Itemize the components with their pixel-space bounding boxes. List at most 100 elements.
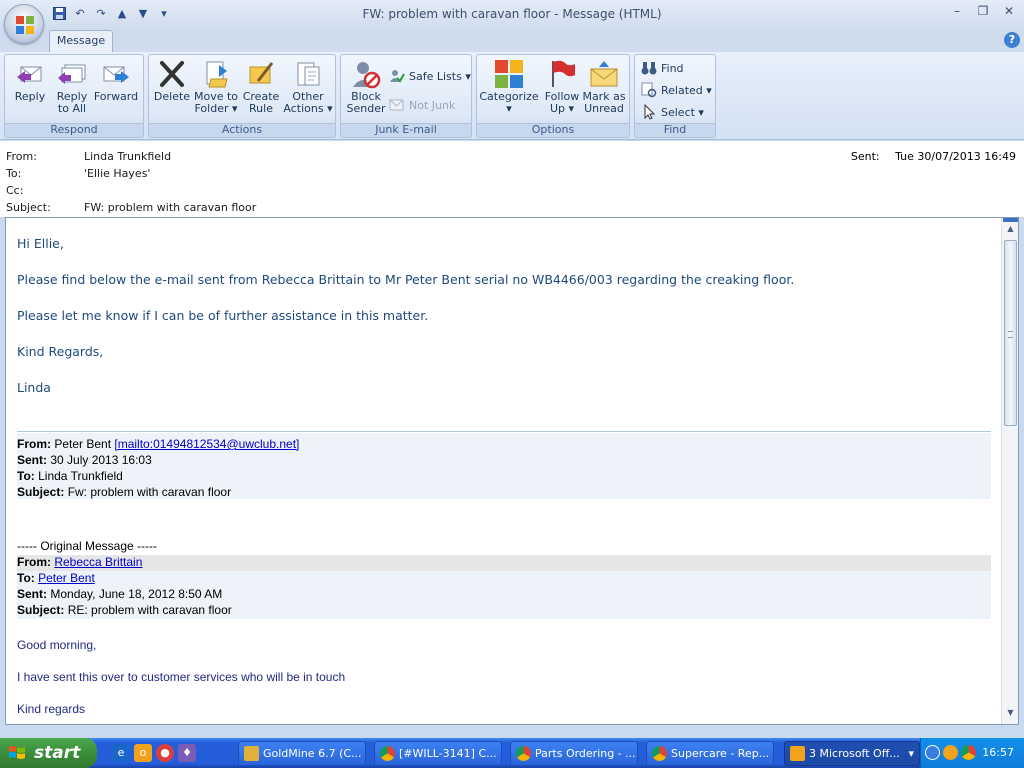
chrome-icon[interactable]: ● — [156, 744, 174, 762]
ribbon: Reply Reply to All Forward Respond Delet… — [0, 52, 1024, 140]
select-button[interactable]: Select ▾ — [641, 103, 704, 121]
minimize-icon[interactable]: – — [948, 4, 966, 20]
scroll-thumb[interactable] — [1004, 240, 1017, 426]
move-to-folder-button[interactable]: Move to Folder ▾ — [193, 59, 239, 121]
orig-greeting: Good morning, — [17, 638, 97, 652]
header-to[interactable]: 'Ellie Hayes' — [84, 167, 150, 180]
safe-lists-button[interactable]: Safe Lists ▾ — [389, 67, 471, 85]
create-rule-button[interactable]: Create Rule — [238, 59, 284, 121]
fw-mailto-link[interactable]: [mailto:01494812534@uwclub.net] — [114, 437, 299, 451]
taskbar: start e o ● ♦ GoldMine 6.7 (C... [#WILL-… — [0, 738, 1024, 768]
not-junk-button[interactable]: Not Junk — [389, 96, 455, 114]
title-bar: ↶ ↷ ▲ ▼ ▾ FW: problem with caravan floor… — [0, 0, 1024, 30]
original-message-divider: ----- Original Message ----- — [17, 539, 158, 553]
task-goldmine[interactable]: GoldMine 6.7 (C... — [238, 741, 366, 766]
other-actions-icon — [293, 59, 323, 89]
orig-from-link[interactable]: Rebecca Brittain — [54, 555, 142, 569]
tab-message[interactable]: Message — [49, 30, 113, 52]
group-label-options: Options — [477, 123, 629, 136]
group-options: Categorize ▾ Follow Up ▾ Mark as Unread … — [476, 54, 630, 138]
group-label-junk: Junk E-mail — [341, 123, 471, 136]
group-find: Find Related ▾ Select ▾ Find — [634, 54, 716, 138]
goldmine-icon — [244, 746, 259, 761]
ie-icon[interactable]: e — [112, 744, 130, 762]
message-body[interactable]: Hi Ellie, Please find below the e-mail s… — [5, 217, 1019, 725]
orig-to-row: To: Peter Bent — [17, 571, 95, 585]
close-icon[interactable]: ✕ — [1000, 4, 1018, 20]
related-button[interactable]: Related ▾ — [641, 81, 712, 99]
forward-separator — [17, 431, 991, 432]
reply-all-icon — [57, 59, 87, 89]
task-parts-ordering[interactable]: Parts Ordering - ... — [510, 741, 638, 766]
ribbon-tab-row: Message ? — [0, 30, 1024, 52]
block-sender-icon — [351, 59, 381, 89]
body-line-1: Please find below the e-mail sent from R… — [17, 272, 795, 287]
group-label-respond: Respond — [5, 123, 143, 136]
vertical-scrollbar[interactable]: ▲ ▼ — [1001, 218, 1018, 724]
binoculars-icon — [641, 60, 657, 76]
help-icon[interactable]: ? — [1004, 32, 1020, 48]
not-junk-icon — [389, 97, 405, 113]
app-icon[interactable]: ♦ — [178, 744, 196, 762]
forward-button[interactable]: Forward — [93, 59, 139, 121]
tray-chrome-icon[interactable] — [961, 745, 976, 760]
window-title: FW: problem with caravan floor - Message… — [362, 7, 662, 21]
orig-sent-row: Sent: Monday, June 18, 2012 8:50 AM — [17, 587, 223, 601]
original-from-highlight — [17, 555, 991, 571]
outlook-icon[interactable]: o — [134, 744, 152, 762]
system-tray: 16:57 — [920, 738, 1024, 768]
reply-all-button[interactable]: Reply to All — [49, 59, 95, 121]
flag-icon — [547, 59, 577, 89]
fw-to-row: To: Linda Trunkfield — [17, 469, 123, 483]
orig-line-1: I have sent this over to customer servic… — [17, 670, 346, 684]
related-icon — [641, 82, 657, 98]
body-greeting: Hi Ellie, — [17, 236, 64, 251]
orig-to-link[interactable]: Peter Bent — [38, 571, 95, 585]
forward-icon — [101, 59, 131, 89]
safe-lists-icon — [389, 68, 405, 84]
quick-launch: e o ● ♦ — [112, 744, 196, 762]
fw-subject-row: Subject: Fw: problem with caravan floor — [17, 485, 232, 499]
orig-from-row: From: Rebecca Brittain — [17, 555, 143, 569]
reply-button[interactable]: Reply — [7, 59, 53, 121]
task-supercare[interactable]: Supercare - Rep... — [646, 741, 774, 766]
reply-icon — [15, 59, 45, 89]
categorize-icon — [494, 59, 524, 89]
body-signature: Linda — [17, 380, 51, 395]
header-from[interactable]: Linda Trunkfield — [84, 150, 171, 163]
scroll-down-icon[interactable]: ▼ — [1004, 708, 1017, 722]
categorize-button[interactable]: Categorize ▾ — [479, 59, 539, 121]
windows-flag-icon — [9, 746, 25, 759]
office-logo-icon — [16, 16, 34, 34]
create-rule-icon — [246, 59, 276, 89]
office-button[interactable] — [4, 4, 44, 44]
move-folder-icon — [201, 59, 231, 89]
delete-icon — [157, 59, 187, 89]
header-subject: FW: problem with caravan floor — [84, 201, 257, 214]
tray-arrow-icon[interactable] — [925, 745, 940, 760]
group-dropdown-icon: ▾ — [908, 747, 914, 760]
restore-icon[interactable]: ❐ — [974, 4, 992, 20]
group-junk-email: Block Sender Safe Lists ▾ Not Junk Junk … — [340, 54, 472, 138]
scroll-up-icon[interactable]: ▲ — [1004, 224, 1017, 238]
chrome-icon — [380, 746, 395, 761]
cursor-icon — [641, 104, 657, 120]
task-will-3141[interactable]: [#WILL-3141] C... — [374, 741, 502, 766]
body-line-2: Please let me know if I can be of furthe… — [17, 308, 429, 323]
fw-from-row: From: Peter Bent [mailto:01494812534@uwc… — [17, 437, 300, 451]
block-sender-button[interactable]: Block Sender — [343, 59, 389, 121]
delete-button[interactable]: Delete — [149, 59, 195, 121]
clock: 16:57 — [982, 746, 1014, 759]
task-microsoft-office[interactable]: 3 Microsoft Off... ▾ — [784, 741, 920, 766]
follow-up-button[interactable]: Follow Up ▾ — [539, 59, 585, 121]
group-label-actions: Actions — [149, 123, 335, 136]
chrome-icon — [652, 746, 667, 761]
group-respond: Reply Reply to All Forward Respond — [4, 54, 144, 138]
start-button[interactable]: start — [0, 738, 97, 768]
find-button[interactable]: Find — [641, 59, 684, 77]
mark-as-unread-button[interactable]: Mark as Unread — [581, 59, 627, 121]
body-regards: Kind Regards, — [17, 344, 104, 359]
other-actions-button[interactable]: Other Actions ▾ — [283, 59, 333, 121]
orig-subject-row: Subject: RE: problem with caravan floor — [17, 603, 232, 617]
tray-outlook-icon[interactable] — [943, 745, 958, 760]
